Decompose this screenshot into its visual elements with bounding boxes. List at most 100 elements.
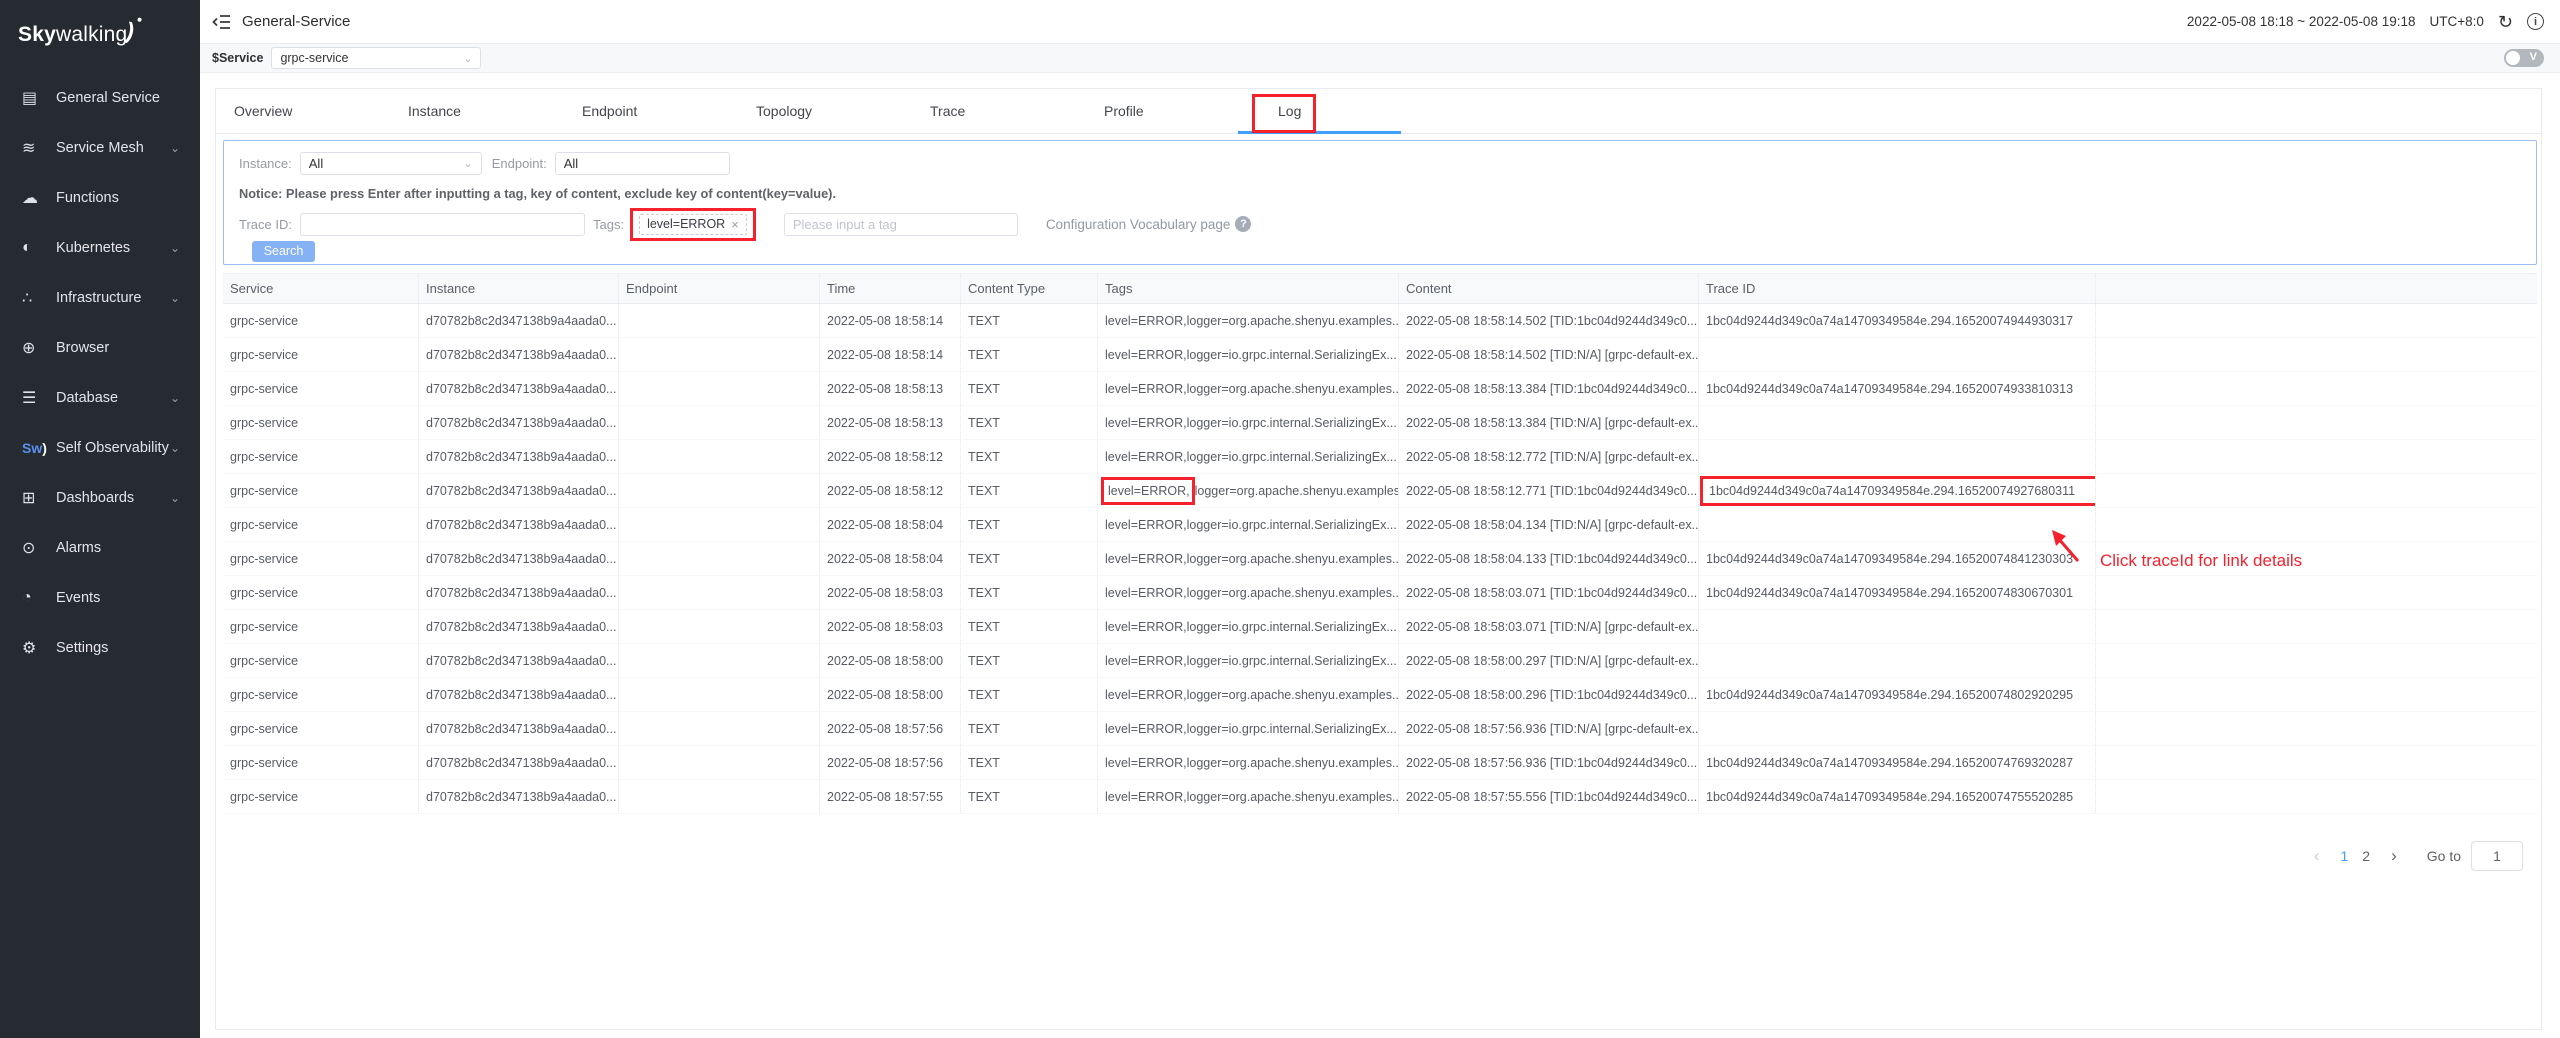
table-row: grpc-serviced70782b8c2d347138b9a4aada0..… (223, 576, 2537, 610)
column-header-instance: Instance (419, 274, 619, 303)
table-row: grpc-serviced70782b8c2d347138b9a4aada0..… (223, 610, 2537, 644)
chevron-down-icon: ⌄ (170, 391, 186, 405)
trace-id-link[interactable]: 1bc04d9244d349c0a74a14709349584e.294.165… (1706, 552, 2073, 566)
cell-instance: d70782b8c2d347138b9a4aada0... (419, 338, 619, 371)
next-page-arrow[interactable]: › (2387, 846, 2401, 866)
tag-chip-close-icon[interactable]: × (731, 217, 739, 232)
cell-service: grpc-service (223, 440, 419, 473)
table-row: grpc-serviced70782b8c2d347138b9a4aada0..… (223, 508, 2537, 542)
sidebar-item-settings[interactable]: ⚙Settings (0, 623, 200, 673)
sidebar-item-database[interactable]: ☰Database⌄ (0, 373, 200, 423)
table-row: grpc-serviced70782b8c2d347138b9a4aada0..… (223, 746, 2537, 780)
tab-bar: OverviewInstanceEndpointTopologyTracePro… (216, 89, 2541, 134)
cell-instance: d70782b8c2d347138b9a4aada0... (419, 576, 619, 609)
page-number-1[interactable]: 1 (2333, 848, 2355, 864)
trace-id-link[interactable]: 1bc04d9244d349c0a74a14709349584e.294.165… (1706, 756, 2073, 770)
vocabulary-page-link[interactable]: Configuration Vocabulary page ? (1046, 216, 1252, 232)
table-row: grpc-serviced70782b8c2d347138b9a4aada0..… (223, 338, 2537, 372)
version-toggle[interactable]: V (2504, 49, 2544, 67)
cell-service: grpc-service (223, 712, 419, 745)
menu-fold-icon[interactable] (212, 12, 232, 32)
tab-endpoint[interactable]: Endpoint (582, 103, 756, 119)
sidebar-item-kubernetes[interactable]: ◐Kubernetes⌄ (0, 223, 200, 273)
cell-trace-id: 1bc04d9244d349c0a74a14709349584e.294.165… (1699, 746, 2096, 779)
tab-topology[interactable]: Topology (756, 103, 930, 119)
page-title: General-Service (242, 13, 2187, 30)
refresh-icon[interactable]: ↻ (2498, 13, 2513, 31)
cell-tags: level=ERROR,logger=org.apache.shenyu.exa… (1098, 746, 1399, 779)
tab-overview[interactable]: Overview (234, 103, 408, 119)
prev-page-arrow[interactable]: ‹ (2310, 846, 2324, 866)
cell-service: grpc-service (223, 406, 419, 439)
trace-id-link[interactable]: 1bc04d9244d349c0a74a14709349584e.294.165… (1706, 586, 2073, 600)
column-header-content: Content (1399, 274, 1699, 303)
annotation-note: Click traceId for link details (2100, 551, 2302, 571)
tag-chip-red-highlight-box: level=ERROR × (630, 208, 756, 241)
cloud-icon: ☁ (22, 188, 56, 208)
cell-trace-id: 1bc04d9244d349c0a74a14709349584e.294.165… (1699, 474, 2096, 507)
cell-tags: level=ERROR,logger=org.apache.shenyu.exa… (1098, 474, 1399, 507)
goto-page-input[interactable] (2471, 841, 2523, 871)
sidebar-item-dashboards[interactable]: ⊞Dashboards⌄ (0, 473, 200, 523)
cell-tags: level=ERROR,logger=org.apache.shenyu.exa… (1098, 304, 1399, 337)
sidebar-item-general-service[interactable]: ▤General Service (0, 73, 200, 123)
grid-plus-icon: ⊞ (22, 488, 56, 508)
sidebar-item-label: Functions (56, 190, 186, 206)
chevron-down-icon: ⌄ (170, 491, 186, 505)
filter-notice: Notice: Please press Enter after inputti… (239, 186, 836, 201)
trace-id-link[interactable]: 1bc04d9244d349c0a74a14709349584e.294.165… (1706, 382, 2073, 396)
tag-input[interactable] (784, 213, 1018, 236)
cell-content: 2022-05-08 18:57:56.936 [TID:1bc04d9244d… (1399, 746, 1699, 779)
chevron-down-icon: ⌄ (170, 441, 186, 455)
cell-content-type: TEXT (961, 678, 1098, 711)
endpoint-input[interactable] (555, 152, 730, 175)
tab-instance[interactable]: Instance (408, 103, 582, 119)
sidebar-item-infrastructure[interactable]: ∴Infrastructure⌄ (0, 273, 200, 323)
cell-content-type: TEXT (961, 780, 1098, 813)
table-row: grpc-serviced70782b8c2d347138b9a4aada0..… (223, 474, 2537, 508)
sidebar-item-browser[interactable]: ⊕Browser (0, 323, 200, 373)
sidebar-item-label: General Service (56, 90, 186, 106)
timezone[interactable]: UTC+8:0 (2430, 14, 2484, 29)
cell-trace-id (1699, 406, 2096, 439)
trace-id-link[interactable]: 1bc04d9244d349c0a74a14709349584e.294.165… (1706, 314, 2073, 328)
trace-id-link-red-highlight-box[interactable]: 1bc04d9244d349c0a74a14709349584e.294.165… (1700, 476, 2096, 506)
cell-service: grpc-service (223, 644, 419, 677)
trace-id-link[interactable]: 1bc04d9244d349c0a74a14709349584e.294.165… (1706, 790, 2073, 804)
service-variable-label: $Service (212, 51, 263, 65)
info-icon[interactable]: i (2527, 13, 2544, 30)
search-button[interactable]: Search (252, 241, 315, 262)
sidebar-item-label: Alarms (56, 540, 186, 556)
cell-time: 2022-05-08 18:58:00 (820, 678, 961, 711)
logo-swoosh-icon: ) (124, 17, 138, 45)
sidebar-item-service-mesh[interactable]: ≋Service Mesh⌄ (0, 123, 200, 173)
trace-id-input[interactable] (300, 213, 585, 236)
trace-id-link[interactable]: 1bc04d9244d349c0a74a14709349584e.294.165… (1706, 688, 2073, 702)
cell-instance: d70782b8c2d347138b9a4aada0... (419, 406, 619, 439)
tab-trace[interactable]: Trace (930, 103, 1104, 119)
sidebar-item-functions[interactable]: ☁Functions (0, 173, 200, 223)
skywalking-logo: Skywalking) (0, 0, 200, 47)
table-row: grpc-serviced70782b8c2d347138b9a4aada0..… (223, 712, 2537, 746)
page-number-2[interactable]: 2 (2355, 848, 2377, 864)
cell-time: 2022-05-08 18:58:14 (820, 304, 961, 337)
time-range[interactable]: 2022-05-08 18:18 ~ 2022-05-08 19:18 (2187, 14, 2416, 29)
table-row: grpc-serviced70782b8c2d347138b9a4aada0..… (223, 644, 2537, 678)
tag-chip[interactable]: level=ERROR × (639, 214, 747, 235)
sidebar-item-self-observability[interactable]: Sw)Self Observability⌄ (0, 423, 200, 473)
cell-endpoint (619, 440, 820, 473)
service-bar: $Service grpc-service ⌄ V (200, 44, 2560, 73)
cell-endpoint (619, 712, 820, 745)
sidebar-item-events[interactable]: ◔Events (0, 573, 200, 623)
instance-select[interactable]: All ⌄ (300, 152, 482, 175)
column-header-tags: Tags (1098, 274, 1399, 303)
chevron-down-icon: ⌄ (170, 141, 186, 155)
service-select[interactable]: grpc-service ⌄ (271, 47, 481, 69)
cell-content-type: TEXT (961, 576, 1098, 609)
cell-tags: level=ERROR,logger=org.apache.shenyu.exa… (1098, 576, 1399, 609)
sidebar-item-alarms[interactable]: ⊙Alarms (0, 523, 200, 573)
cell-service: grpc-service (223, 304, 419, 337)
cell-endpoint (619, 508, 820, 541)
sidebar-item-label: Settings (56, 640, 186, 656)
cell-content-type: TEXT (961, 474, 1098, 507)
